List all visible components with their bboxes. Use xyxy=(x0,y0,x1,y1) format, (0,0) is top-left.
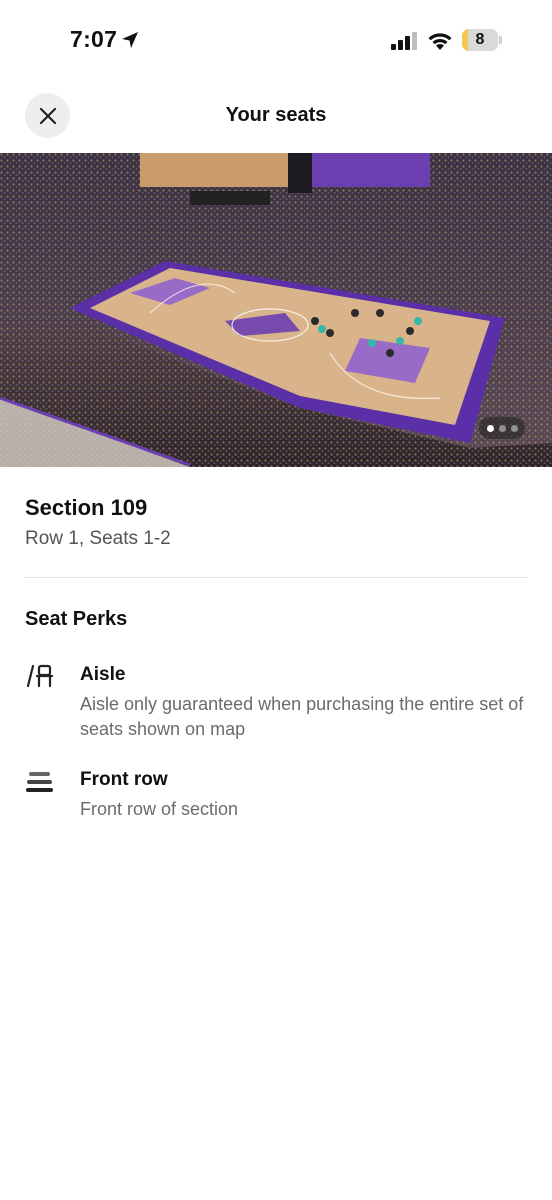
arena-illustration xyxy=(0,153,552,467)
header: Your seats xyxy=(0,80,552,153)
location-arrow-icon xyxy=(122,32,138,48)
battery-level: 8 xyxy=(475,31,485,48)
perk-title: Aisle xyxy=(80,664,126,685)
carousel-dot[interactable] xyxy=(498,424,506,432)
seat-perks-heading: Seat Perks xyxy=(25,608,128,630)
perk-aisle: Aisle Aisle only guaranteed when purchas… xyxy=(0,664,552,744)
aisle-seat-icon xyxy=(26,664,54,688)
divider xyxy=(25,577,527,578)
seat-view-image[interactable] xyxy=(0,153,552,467)
page-title: Your seats xyxy=(225,104,327,126)
perk-title: Front row xyxy=(80,769,168,790)
wifi-icon xyxy=(428,33,452,50)
your-seats-page: 7:07 8 Your seats Section 109 Row 1, Sea… xyxy=(0,0,552,1200)
battery-cap xyxy=(499,36,502,44)
perk-front-row: Front row Front row of section xyxy=(0,769,552,825)
status-time: 7:07 xyxy=(70,26,118,52)
carousel-dot[interactable] xyxy=(510,424,518,432)
section-title: Section 109 xyxy=(25,495,148,520)
status-bar: 7:07 8 xyxy=(0,0,552,80)
perk-description: Front row of section xyxy=(80,799,239,819)
carousel-dot[interactable] xyxy=(486,424,494,432)
perk-description: Aisle only guaranteed when purchasing th… xyxy=(80,694,524,739)
carousel-indicator[interactable] xyxy=(479,417,525,439)
front-row-icon xyxy=(26,772,53,792)
cellular-signal-icon xyxy=(391,32,417,50)
section-row-seats: Row 1, Seats 1-2 xyxy=(25,528,171,549)
battery-icon: 8 xyxy=(462,29,498,51)
